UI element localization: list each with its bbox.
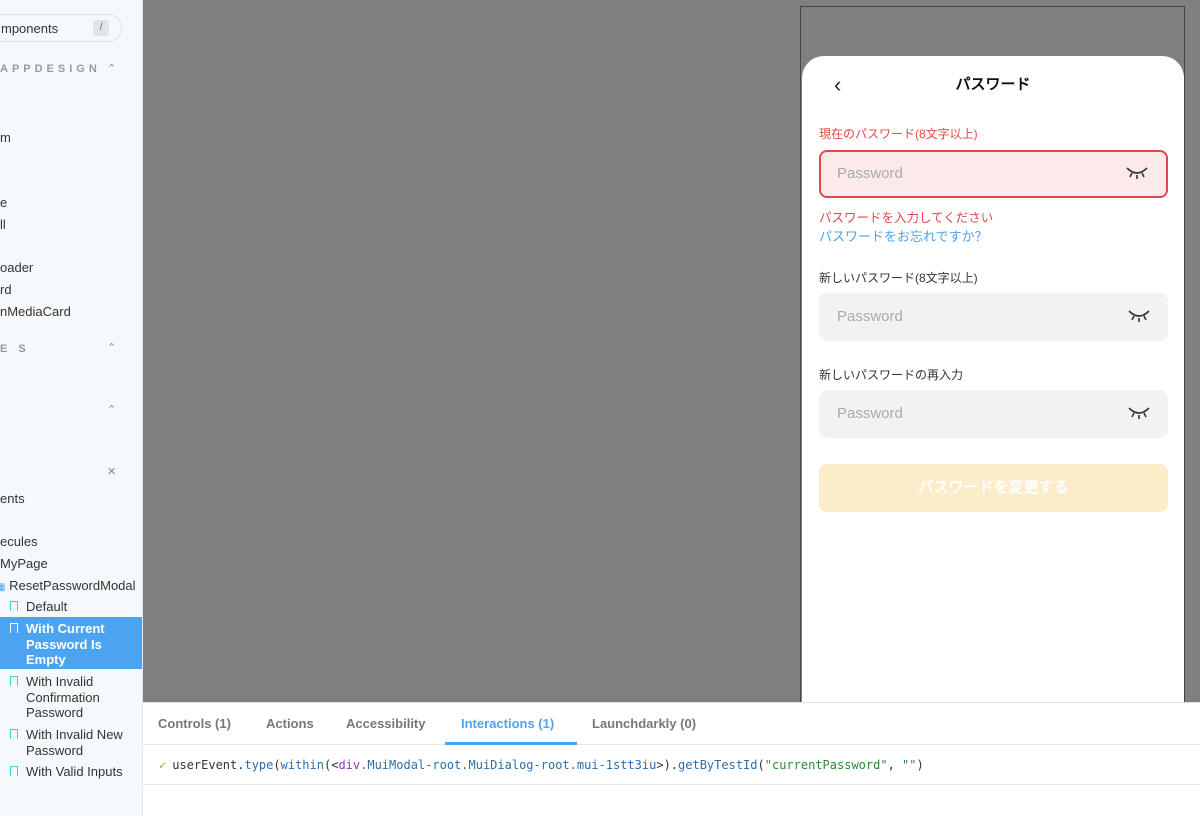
- bookmark-icon: [10, 623, 18, 633]
- eye-closed-icon[interactable]: [1128, 406, 1150, 420]
- chevron-updown-icon[interactable]: ⌃: [107, 341, 116, 354]
- bookmark-icon: [10, 766, 18, 776]
- tab-actions[interactable]: Actions: [266, 716, 314, 731]
- tab-accessibility[interactable]: Accessibility: [346, 716, 426, 731]
- search-input[interactable]: mponents /: [0, 14, 122, 42]
- confirm-password-input[interactable]: Password: [819, 390, 1168, 438]
- sidebar: mponents / APPDESIGN ⌃ m e ll oader rd n…: [0, 0, 143, 816]
- log-text: ,: [887, 758, 903, 772]
- addons-panel: Controls (1) Actions Accessibility Inter…: [143, 702, 1200, 816]
- current-password-input[interactable]: Password: [819, 150, 1168, 198]
- tab-controls[interactable]: Controls (1): [158, 716, 231, 731]
- story-label: With Current Password Is Empty: [26, 621, 105, 667]
- section-header-appdesign[interactable]: APPDESIGN: [0, 63, 101, 75]
- component-label: ResetPasswordModal: [9, 578, 136, 593]
- new-password-input[interactable]: Password: [819, 293, 1168, 341]
- bookmark-icon: [10, 601, 18, 611]
- log-text: div: [338, 758, 361, 772]
- story-label: With Invalid Confirmation Password: [26, 674, 100, 720]
- forgot-password-link[interactable]: パスワードをお忘れですか？: [819, 226, 988, 245]
- sidebar-item-component[interactable]: ▦ ResetPasswordModal: [0, 578, 136, 593]
- shortcut-badge: /: [93, 20, 109, 36]
- sidebar-item[interactable]: ents: [0, 491, 25, 506]
- change-password-button[interactable]: パスワードを変更する: [819, 464, 1168, 512]
- tab-launchdarkly[interactable]: Launchdarkly (0): [592, 716, 696, 731]
- sidebar-item[interactable]: e: [0, 195, 7, 210]
- chevron-updown-icon[interactable]: ⌃: [107, 403, 116, 416]
- story-item[interactable]: With Invalid New Password: [0, 727, 142, 761]
- story-item[interactable]: Default: [0, 599, 142, 617]
- log-text: >).: [656, 758, 679, 772]
- sidebar-item[interactable]: oader: [0, 260, 33, 275]
- log-text: (<: [323, 758, 339, 772]
- bookmark-icon: [10, 729, 18, 739]
- reset-password-modal: ‹ パスワード 現在のパスワード(8文字以上) Password パスワードを入…: [802, 56, 1184, 702]
- component-icon: ▦: [0, 582, 5, 593]
- search-placeholder: mponents: [1, 21, 59, 36]
- modal-title: パスワード: [955, 76, 1031, 93]
- placeholder: Password: [837, 308, 903, 325]
- sidebar-item[interactable]: ll: [0, 217, 6, 232]
- log-text: userEvent.: [172, 758, 245, 772]
- collapse-icon[interactable]: ✕: [107, 465, 116, 478]
- story-label: With Valid Inputs: [26, 764, 123, 779]
- sidebar-item[interactable]: m: [0, 130, 11, 145]
- story-preview: ‹ パスワード 現在のパスワード(8文字以上) Password パスワードを入…: [143, 0, 1200, 702]
- story-label: With Invalid New Password: [26, 727, 123, 758]
- log-text: "currentPassword": [764, 758, 888, 772]
- log-text: within: [280, 758, 324, 772]
- error-message: パスワードを入力してください: [819, 211, 994, 225]
- chevron-updown-icon[interactable]: ⌃: [107, 62, 116, 75]
- sidebar-item[interactable]: MyPage: [0, 556, 48, 571]
- sidebar-item[interactable]: rd: [0, 282, 12, 297]
- story-item[interactable]: With Invalid Confirmation Password: [0, 674, 142, 724]
- sidebar-item[interactable]: nMediaCard: [0, 304, 71, 319]
- eye-closed-icon[interactable]: [1126, 166, 1148, 180]
- new-password-label: 新しいパスワード(8文字以上): [819, 271, 978, 285]
- confirm-password-label: 新しいパスワードの再入力: [819, 368, 964, 382]
- bookmark-icon: [10, 676, 18, 686]
- placeholder: Password: [837, 165, 903, 182]
- story-label: Default: [26, 599, 68, 614]
- log-text: ): [916, 758, 924, 772]
- log-text: type: [244, 758, 274, 772]
- check-icon: ✓: [159, 758, 167, 772]
- log-text: .MuiModal-root.MuiDialog-root.mui-1stt3i…: [360, 758, 657, 772]
- current-password-label: 現在のパスワード(8文字以上): [819, 127, 978, 141]
- log-text: getByTestId: [678, 758, 758, 772]
- section-header-es[interactable]: E S: [0, 343, 30, 355]
- log-text: (: [757, 758, 765, 772]
- story-item[interactable]: With Valid Inputs: [0, 764, 142, 782]
- addon-tabs: Controls (1) Actions Accessibility Inter…: [143, 703, 1200, 745]
- log-text: "": [902, 758, 917, 772]
- tab-interactions[interactable]: Interactions (1): [461, 716, 554, 731]
- story-item-selected[interactable]: With Current Password Is Empty: [0, 617, 142, 669]
- interaction-log-row[interactable]: ✓ userEvent.type(within(<div.MuiModal-roo…: [143, 745, 1200, 785]
- sidebar-item[interactable]: ecules: [0, 534, 38, 549]
- placeholder: Password: [837, 405, 903, 422]
- log-text: (: [273, 758, 281, 772]
- eye-closed-icon[interactable]: [1128, 309, 1150, 323]
